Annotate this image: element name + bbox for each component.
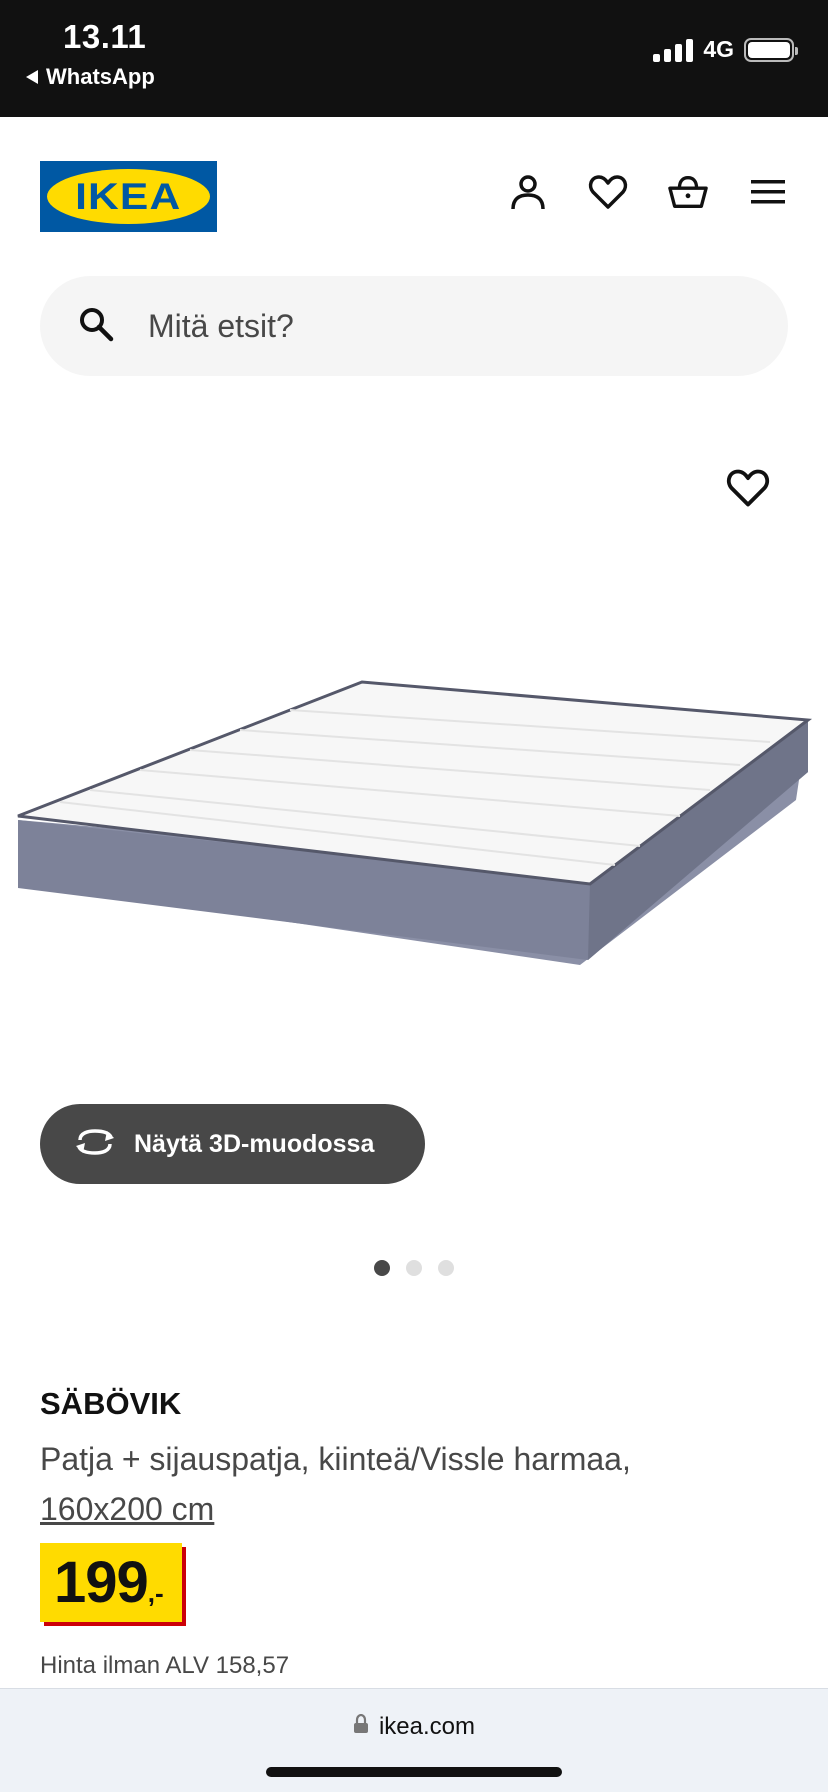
signal-icon bbox=[653, 38, 694, 62]
home-indicator[interactable] bbox=[266, 1767, 562, 1777]
product-description: Patja + sijauspatja, kiinteä/Vissle harm… bbox=[40, 1434, 760, 1534]
price-suffix: ,- bbox=[147, 1578, 164, 1608]
view-3d-button[interactable]: Näytä 3D-muodossa bbox=[40, 1104, 425, 1184]
url-display[interactable]: ikea.com bbox=[0, 1713, 828, 1741]
search-input[interactable] bbox=[148, 296, 748, 356]
lock-icon bbox=[353, 1713, 369, 1741]
save-to-favourites-button[interactable] bbox=[726, 468, 770, 513]
heart-icon bbox=[726, 469, 770, 512]
product-description-text: Patja + sijauspatja, kiinteä/Vissle harm… bbox=[40, 1441, 631, 1477]
pagination-dot-3[interactable] bbox=[438, 1260, 454, 1276]
back-app-label: WhatsApp bbox=[46, 64, 155, 89]
price-without-vat: Hinta ilman ALV 158,57 bbox=[40, 1652, 290, 1679]
user-icon[interactable] bbox=[508, 172, 548, 212]
price-value: 199 bbox=[54, 1550, 149, 1615]
image-pagination bbox=[374, 1260, 454, 1276]
product-image[interactable] bbox=[0, 660, 828, 980]
heart-icon[interactable] bbox=[588, 172, 628, 212]
status-indicators: 4G bbox=[653, 36, 798, 63]
ikea-logo[interactable]: IKEA bbox=[40, 161, 217, 232]
pagination-dot-1[interactable] bbox=[374, 1260, 390, 1276]
search-icon bbox=[78, 306, 114, 347]
battery-icon bbox=[744, 37, 798, 62]
back-to-app-link[interactable]: WhatsApp bbox=[26, 64, 155, 90]
url-text: ikea.com bbox=[378, 1713, 476, 1740]
product-size-link[interactable]: 160x200 cm bbox=[40, 1491, 214, 1527]
network-type: 4G bbox=[703, 36, 734, 62]
status-time: 13.11 bbox=[63, 18, 147, 55]
search-bar[interactable] bbox=[40, 276, 788, 376]
basket-icon[interactable] bbox=[668, 172, 708, 212]
rotate-3d-icon bbox=[74, 1127, 116, 1162]
menu-icon[interactable] bbox=[748, 172, 788, 212]
product-name: SÄBÖVIK bbox=[40, 1386, 182, 1421]
logo-text: IKEA bbox=[75, 175, 182, 217]
back-arrow-icon bbox=[26, 70, 38, 84]
view-3d-label: Näytä 3D-muodossa bbox=[134, 1129, 375, 1158]
browser-url-bar[interactable]: ikea.com bbox=[0, 1688, 828, 1792]
status-bar: 13.11 WhatsApp 4G bbox=[0, 0, 828, 117]
header-actions bbox=[508, 172, 788, 212]
pagination-dot-2[interactable] bbox=[406, 1260, 422, 1276]
price-tag: 199 ,- bbox=[40, 1543, 182, 1622]
